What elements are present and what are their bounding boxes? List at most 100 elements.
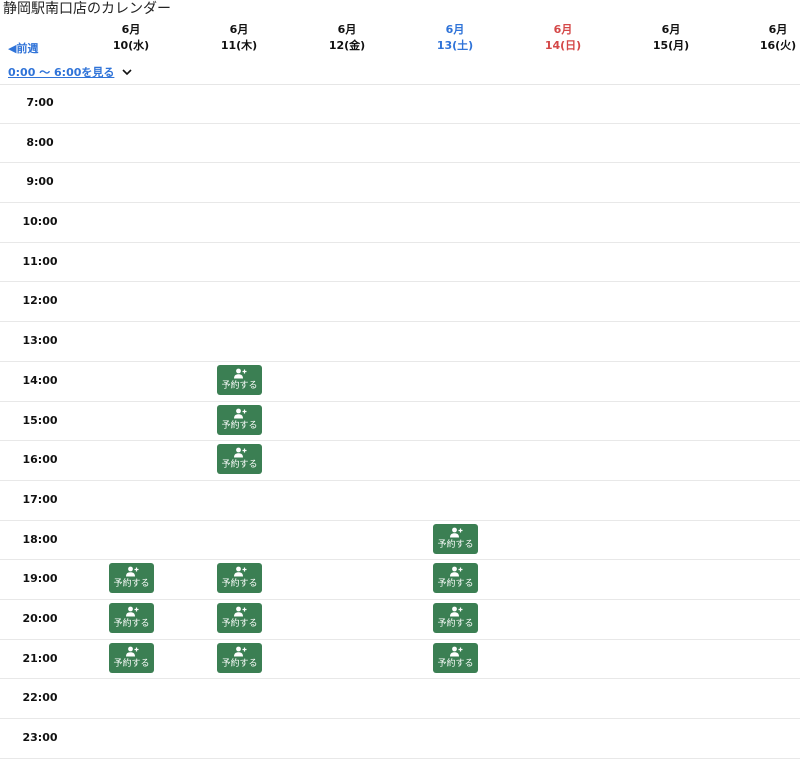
person-add-icon [233, 566, 246, 577]
time-label: 17:00 [22, 492, 58, 506]
time-row: 9:00 [0, 163, 800, 204]
person-add-icon [125, 606, 138, 617]
time-label: 9:00 [26, 175, 54, 189]
person-add-icon [233, 368, 246, 379]
time-label: 15:00 [22, 413, 58, 427]
time-label: 13:00 [22, 334, 58, 348]
day-header-date: 10(水) [112, 39, 150, 52]
person-add-icon [449, 527, 462, 538]
reserve-button[interactable]: 予約する [217, 444, 262, 475]
time-row: 16:00 予約する [0, 441, 800, 481]
time-row: 7:00 [0, 84, 800, 124]
reserve-button-label: 予約する [437, 579, 474, 590]
time-row: 17:00 [0, 481, 800, 521]
day-header-month: 6月 [445, 23, 465, 36]
reserve-button-label: 予約する [437, 658, 474, 669]
reserve-button-label: 予約する [113, 579, 150, 590]
time-label: 23:00 [22, 731, 58, 744]
day-header: 6月 14(日) [518, 22, 608, 54]
time-label: 18:00 [22, 532, 58, 546]
prev-week-link[interactable]: ◀前週 [8, 40, 72, 56]
day-header-date: 13(土) [436, 39, 474, 52]
day-header-month: 6月 [661, 23, 681, 36]
time-label: 21:00 [22, 651, 58, 665]
time-label: 12:00 [22, 294, 58, 308]
reserve-button[interactable]: 予約する [217, 563, 262, 594]
time-label: 8:00 [26, 135, 54, 149]
person-add-icon [233, 447, 246, 458]
early-hours-toggle[interactable]: 0:00 〜 6:00を見る [8, 64, 133, 80]
reserve-button[interactable]: 予約する [433, 523, 478, 554]
chevron-down-icon [122, 69, 132, 76]
time-label: 20:00 [22, 611, 58, 625]
reserve-button[interactable]: 予約する [109, 563, 154, 594]
person-add-icon [233, 606, 246, 617]
time-label: 16:00 [22, 453, 58, 467]
time-row: 10:00 [0, 203, 800, 243]
reserve-button[interactable]: 予約する [217, 364, 262, 395]
time-row: 19:00 予約する 予約する 予約する [0, 560, 800, 600]
reserve-button[interactable]: 予約する [217, 404, 262, 435]
day-header-month: 6月 [121, 23, 141, 36]
person-add-icon [449, 606, 462, 617]
day-header-month: 6月 [229, 23, 249, 36]
time-label: 7:00 [26, 96, 54, 109]
reserve-button-label: 予約する [221, 658, 258, 669]
reserve-button-label: 予約する [221, 460, 258, 471]
time-row: 15:00 予約する [0, 402, 800, 442]
reserve-button[interactable]: 予約する [433, 563, 478, 594]
reserve-button[interactable]: 予約する [433, 642, 478, 673]
reserve-button-label: 予約する [437, 539, 474, 550]
time-row: 18:00 予約する [0, 521, 800, 561]
reserve-button-label: 予約する [437, 618, 474, 629]
time-label: 10:00 [22, 215, 58, 229]
reserve-button-label: 予約する [113, 618, 150, 629]
reserve-button-label: 予約する [221, 579, 258, 590]
person-add-icon [125, 646, 138, 657]
calendar-grid: 7:00 8:00 9:00 10:00 11:00 12:00 13:00 14:00 予約す… [0, 84, 800, 759]
reserve-button-label: 予約する [221, 380, 258, 391]
calendar-header: ◀前週 6月 10(水) 6月 11(木) 6月 12(金) 6月 13(土) 6月 14(日) 6… [0, 20, 800, 56]
page-title: 静岡駅南口店のカレンダー [3, 1, 171, 17]
time-row: 20:00 予約する 予約する 予約する [0, 600, 800, 640]
day-header-month: 6月 [553, 23, 573, 36]
time-row: 23:00 [0, 719, 800, 759]
reserve-button-label: 予約する [221, 618, 258, 629]
time-label: 19:00 [22, 572, 58, 586]
day-header-date: 12(金) [328, 39, 366, 52]
day-header-date: 14(日) [544, 39, 582, 52]
day-header-date: 15(月) [652, 39, 690, 52]
time-row: 14:00 予約する [0, 362, 800, 402]
day-header: 6月 13(土) [410, 22, 500, 54]
day-header: 6月 12(金) [302, 22, 392, 54]
day-header: 6月 15(月) [626, 22, 716, 54]
time-row: 11:00 [0, 243, 800, 283]
time-label: 22:00 [22, 691, 58, 705]
time-row: 13:00 [0, 322, 800, 362]
day-header-date: 16(火) [759, 39, 797, 52]
day-header: 6月 16(火) [756, 22, 800, 54]
person-add-icon [449, 646, 462, 657]
reserve-button-label: 予約する [113, 658, 150, 669]
person-add-icon [449, 566, 462, 577]
reserve-button[interactable]: 予約する [109, 602, 154, 633]
day-header-month: 6月 [337, 23, 357, 36]
person-add-icon [233, 408, 246, 418]
time-row: 12:00 [0, 282, 800, 323]
time-row: 22:00 [0, 679, 800, 719]
person-add-icon [233, 646, 246, 657]
person-add-icon [125, 566, 138, 577]
reserve-button[interactable]: 予約する [109, 642, 154, 673]
day-header: 6月 10(水) [86, 22, 176, 54]
time-label: 11:00 [22, 254, 58, 268]
time-label: 14:00 [22, 373, 58, 387]
reserve-button-label: 予約する [221, 420, 258, 431]
time-row: 21:00 予約する 予約する 予約する [0, 640, 800, 680]
day-header-date: 11(木) [220, 39, 258, 52]
day-header-month: 6月 [768, 23, 788, 36]
reserve-button[interactable]: 予約する [217, 642, 262, 673]
reserve-button[interactable]: 予約する [433, 602, 478, 633]
reserve-button[interactable]: 予約する [217, 602, 262, 633]
time-row: 8:00 [0, 124, 800, 164]
early-hours-toggle-label: 0:00 〜 6:00を見る [8, 66, 115, 79]
